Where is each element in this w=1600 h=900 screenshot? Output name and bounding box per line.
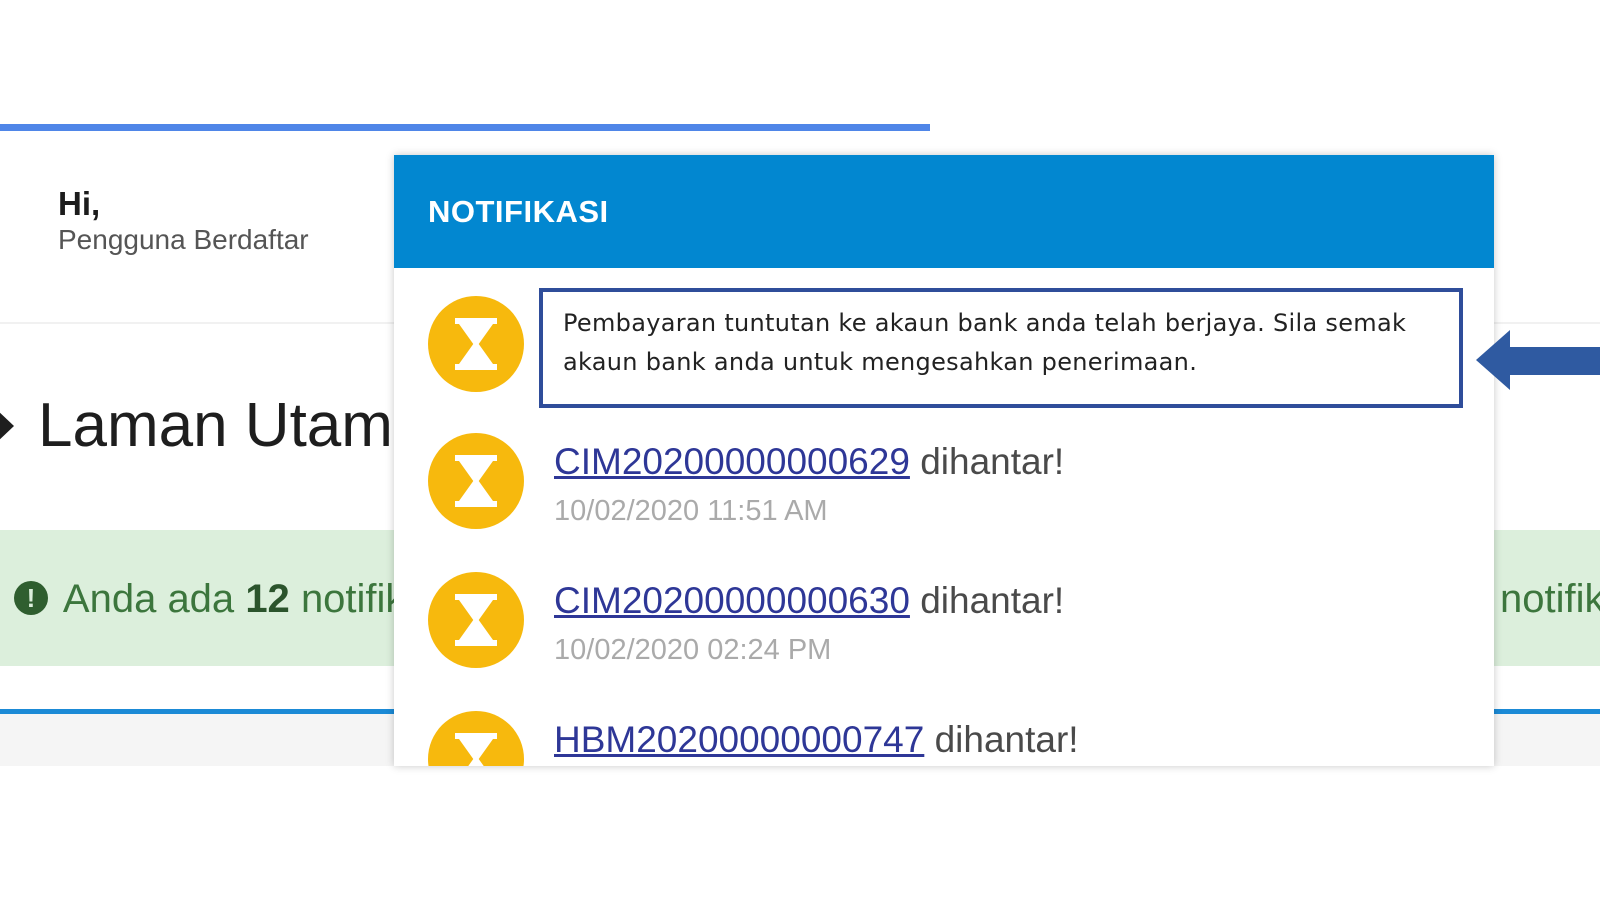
alert-message: ! Anda ada 12 notifik [14, 575, 405, 623]
claim-reference-link[interactable]: CIM20200000000630 [554, 580, 910, 621]
highlighted-notification-message[interactable]: Pembayaran tuntutan ke akaun bank anda t… [539, 288, 1463, 408]
alert-message-right: notifik [1500, 577, 1600, 621]
user-greeting: Hi, Pengguna Berdaftar [58, 186, 309, 258]
page-title: Laman Utam [0, 390, 393, 462]
notification-timestamp: 10/02/2020 11:51 AM [554, 495, 828, 527]
notification-timestamp: 10/02/2020 02:24 PM [554, 634, 832, 666]
user-role-label: Pengguna Berdaftar [58, 224, 309, 255]
notification-status: dihantar! [920, 441, 1065, 482]
notification-title: CIM20200000000629 dihantar! [554, 441, 1064, 483]
claim-reference-link[interactable]: HBM20200000000747 [554, 719, 924, 760]
hourglass-icon [428, 572, 524, 668]
claim-reference-link[interactable]: CIM20200000000629 [554, 441, 910, 482]
notification-title: HBM20200000000747 dihantar! [554, 719, 1079, 761]
hourglass-icon [428, 296, 524, 392]
alert-count: 12 [245, 577, 290, 621]
notification-title: CIM20200000000630 dihantar! [554, 580, 1064, 622]
notification-panel: NOTIFIKASI Pembayaran tuntutan ke akaun … [394, 155, 1494, 766]
notification-status: dihantar! [934, 719, 1079, 760]
alert-suffix: notifik [300, 577, 406, 621]
home-icon [0, 412, 14, 440]
top-accent-bar [0, 124, 930, 131]
greeting-text: Hi, [58, 185, 101, 222]
alert-prefix: Anda ada [62, 577, 235, 621]
page-title-text: Laman Utam [38, 391, 393, 460]
pointer-arrow-icon [1476, 330, 1600, 390]
hourglass-icon [428, 711, 524, 766]
notification-status: dihantar! [920, 580, 1065, 621]
hourglass-icon [428, 433, 524, 529]
notification-panel-title: NOTIFIKASI [394, 155, 1494, 268]
exclamation-circle-icon: ! [14, 581, 48, 615]
